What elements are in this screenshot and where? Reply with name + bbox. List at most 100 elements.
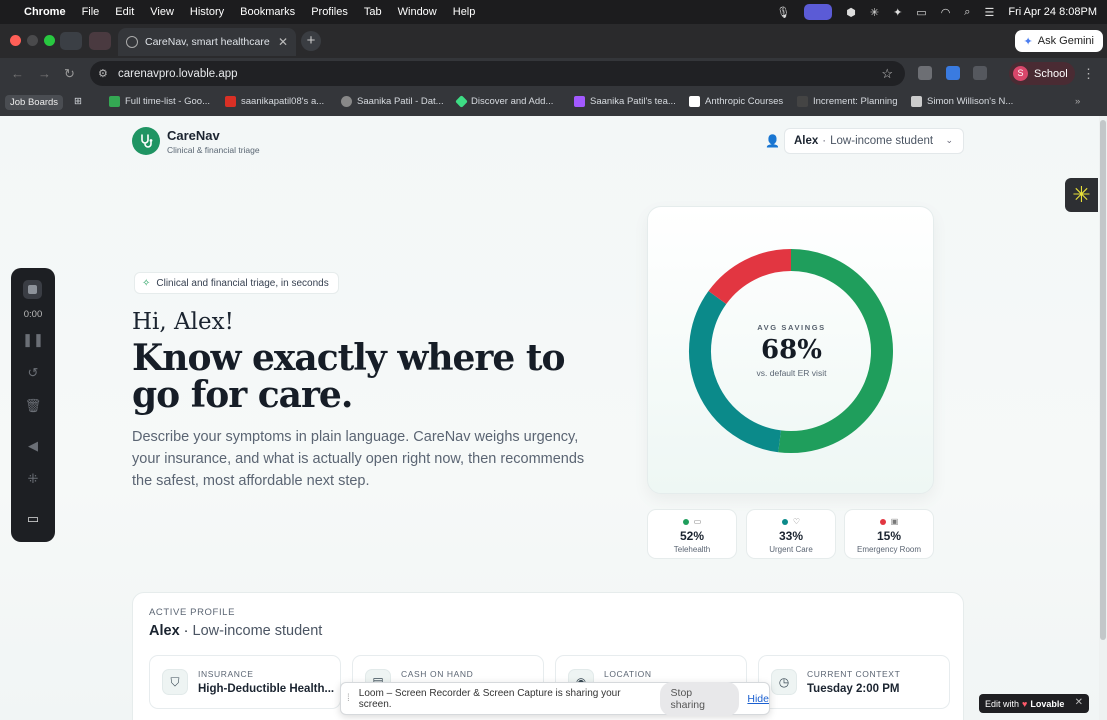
bookmark-item[interactable]: Full time-list - Goo...	[109, 96, 210, 107]
bookmark-item[interactable]: Increment: Planning	[797, 96, 898, 107]
camera-icon[interactable]: ▭	[11, 511, 55, 527]
stop-sharing-button[interactable]: Stop sharing	[659, 681, 740, 716]
menubar-clock[interactable]: Fri Apr 24 8:08PM	[1008, 6, 1097, 18]
bookmark-label: Saanika Patil - Dat...	[357, 96, 444, 107]
forward-arrow-icon[interactable]: →	[38, 66, 51, 81]
more-bookmarks-icon[interactable]: »	[1075, 96, 1080, 107]
tab-search-icon[interactable]	[60, 32, 82, 50]
draw-grid-icon[interactable]: ⁜	[11, 471, 55, 487]
control-center-icon[interactable]: ☰	[984, 6, 994, 19]
close-tab-icon[interactable]: ✕	[278, 35, 288, 49]
speaker-icon[interactable]: ◀	[11, 438, 55, 454]
field-value: High-Deductible Health...	[198, 683, 335, 695]
tagline-pill: ✧ Clinical and financial triage, in seco…	[134, 272, 339, 294]
bookmark-item[interactable]: saanikapatil08's a...	[225, 96, 324, 107]
bookmark-folder-job-boards[interactable]: Job Boards	[5, 95, 64, 110]
site-info-icon[interactable]: ⚙	[98, 67, 108, 80]
hide-banner-link[interactable]: Hide	[747, 693, 769, 705]
user-icon: 👤	[765, 134, 780, 148]
perplexity-sidebar-icon[interactable]: ✳	[1065, 178, 1098, 212]
pause-icon[interactable]: ❚❚	[11, 332, 55, 348]
chevron-down-icon: ⌄	[945, 135, 953, 145]
stop-recording-button[interactable]	[23, 280, 42, 299]
page-scrollbar[interactable]	[1099, 116, 1107, 720]
new-tab-button[interactable]: +	[301, 31, 321, 51]
tab-title: CareNav, smart healthcare tri	[145, 36, 272, 48]
stat-value: 52%	[679, 529, 705, 543]
chrome-menu-icon[interactable]: ⋮	[1082, 66, 1095, 82]
menu-window[interactable]: Window	[398, 6, 437, 18]
menu-file[interactable]: File	[82, 6, 100, 18]
perplexity-icon[interactable]: ✳	[870, 6, 879, 19]
persona-name: Alex	[794, 135, 819, 147]
carenav-logo-icon[interactable]	[132, 127, 160, 155]
savings-donut-card: AVG SAVINGS 68% vs. default ER visit	[647, 206, 934, 494]
stat-telehealth: ▭ 52% Telehealth	[647, 509, 737, 559]
field-label: CASH ON HAND	[401, 669, 474, 679]
pinned-tab-recording-icon[interactable]	[89, 32, 111, 50]
minimize-window-button[interactable]	[27, 35, 38, 46]
drag-handle-icon[interactable]: ⁞	[347, 693, 350, 704]
url-text: carenavpro.lovable.app	[118, 67, 238, 80]
bookmark-item[interactable]: Saanika Patil's tea...	[574, 96, 676, 107]
field-label: LOCATION	[604, 669, 652, 679]
back-arrow-icon[interactable]: ←	[11, 66, 24, 81]
extensions-menu-icon[interactable]	[973, 66, 987, 80]
fullscreen-window-button[interactable]	[44, 35, 55, 46]
wifi-icon[interactable]: ◠	[941, 6, 951, 19]
menu-history[interactable]: History	[190, 6, 224, 18]
reload-icon[interactable]: ↻	[64, 66, 75, 82]
greeting: Hi, Alex!	[132, 309, 234, 335]
chrome-tabstrip: CareNav, smart healthcare tri ✕	[0, 24, 1107, 58]
menu-help[interactable]: Help	[453, 6, 476, 18]
field-current-context[interactable]: ◷ CURRENT CONTEXT Tuesday 2:00 PM	[758, 655, 950, 709]
search-icon[interactable]: ⌕	[964, 6, 970, 19]
shield-icon: ⛉	[162, 669, 188, 695]
menu-bookmarks[interactable]: Bookmarks	[240, 6, 295, 18]
extension-puzzle-icon[interactable]	[918, 66, 932, 80]
sparkle-icon: ✧	[142, 277, 151, 289]
extension-blue-icon[interactable]	[946, 66, 960, 80]
restart-icon[interactable]: ↺	[11, 365, 55, 381]
edit-with-lovable-badge[interactable]: Edit with ♥ Lovable ✕	[979, 694, 1089, 713]
bookmark-label: saanikapatil08's a...	[241, 96, 325, 107]
page-content: CareNav Clinical & financial triage 👤 Al…	[0, 116, 1107, 720]
menu-view[interactable]: View	[150, 6, 174, 18]
battery-icon[interactable]: ▭	[916, 6, 926, 19]
close-badge-icon[interactable]: ✕	[1075, 697, 1083, 708]
figma-icon	[574, 96, 585, 107]
menu-tab[interactable]: Tab	[364, 6, 382, 18]
bookmark-item[interactable]: Saanika Patil - Dat...	[341, 96, 444, 107]
microphone-icon[interactable]: 🎙	[776, 6, 790, 19]
address-bar[interactable]: ⚙ carenavpro.lovable.app ☆	[90, 61, 905, 86]
apps-grid-icon[interactable]: ⊞	[74, 96, 82, 107]
persona-select[interactable]: Alex · Low-income student ⌄	[784, 128, 964, 154]
tab-carenav[interactable]: CareNav, smart healthcare tri ✕	[118, 28, 296, 56]
shield-status-icon[interactable]: ⬢	[846, 6, 856, 19]
bookmark-item[interactable]: Simon Willison's N...	[911, 96, 1013, 107]
bookmark-star-icon[interactable]: ☆	[881, 66, 893, 82]
field-insurance[interactable]: ⛉ INSURANCE High-Deductible Health...	[149, 655, 341, 709]
scrollbar-thumb[interactable]	[1100, 120, 1106, 640]
menu-profiles[interactable]: Profiles	[311, 6, 348, 18]
close-window-button[interactable]	[10, 35, 21, 46]
bookmark-item[interactable]: Anthropic Courses	[689, 96, 783, 107]
menu-edit[interactable]: Edit	[115, 6, 134, 18]
chrome-toolbar: ← → ↻ ⚙ carenavpro.lovable.app ☆ S Schoo…	[0, 58, 1107, 90]
github-icon	[341, 96, 352, 107]
ask-gemini-button[interactable]: ✦ Ask Gemini	[1014, 30, 1103, 52]
trash-icon[interactable]: 🗑	[11, 398, 55, 414]
profile-button[interactable]: S School	[1009, 62, 1075, 85]
hero-description: Describe your symptoms in plain language…	[132, 429, 585, 489]
recording-timer: 0:00	[23, 309, 43, 320]
sparkle-icon[interactable]: ✦	[893, 6, 902, 19]
menu-app[interactable]: Chrome	[24, 6, 66, 18]
screen-share-icon[interactable]	[804, 4, 833, 20]
clock-icon: ◷	[771, 669, 797, 695]
increment-icon	[797, 96, 808, 107]
ask-gemini-label: Ask Gemini	[1037, 35, 1094, 47]
persona-separator: ·	[822, 135, 827, 147]
bookmark-item[interactable]: Discover and Add...	[455, 95, 553, 108]
stat-label: Emergency Room	[856, 545, 922, 554]
profile-separator: ·	[183, 623, 189, 639]
